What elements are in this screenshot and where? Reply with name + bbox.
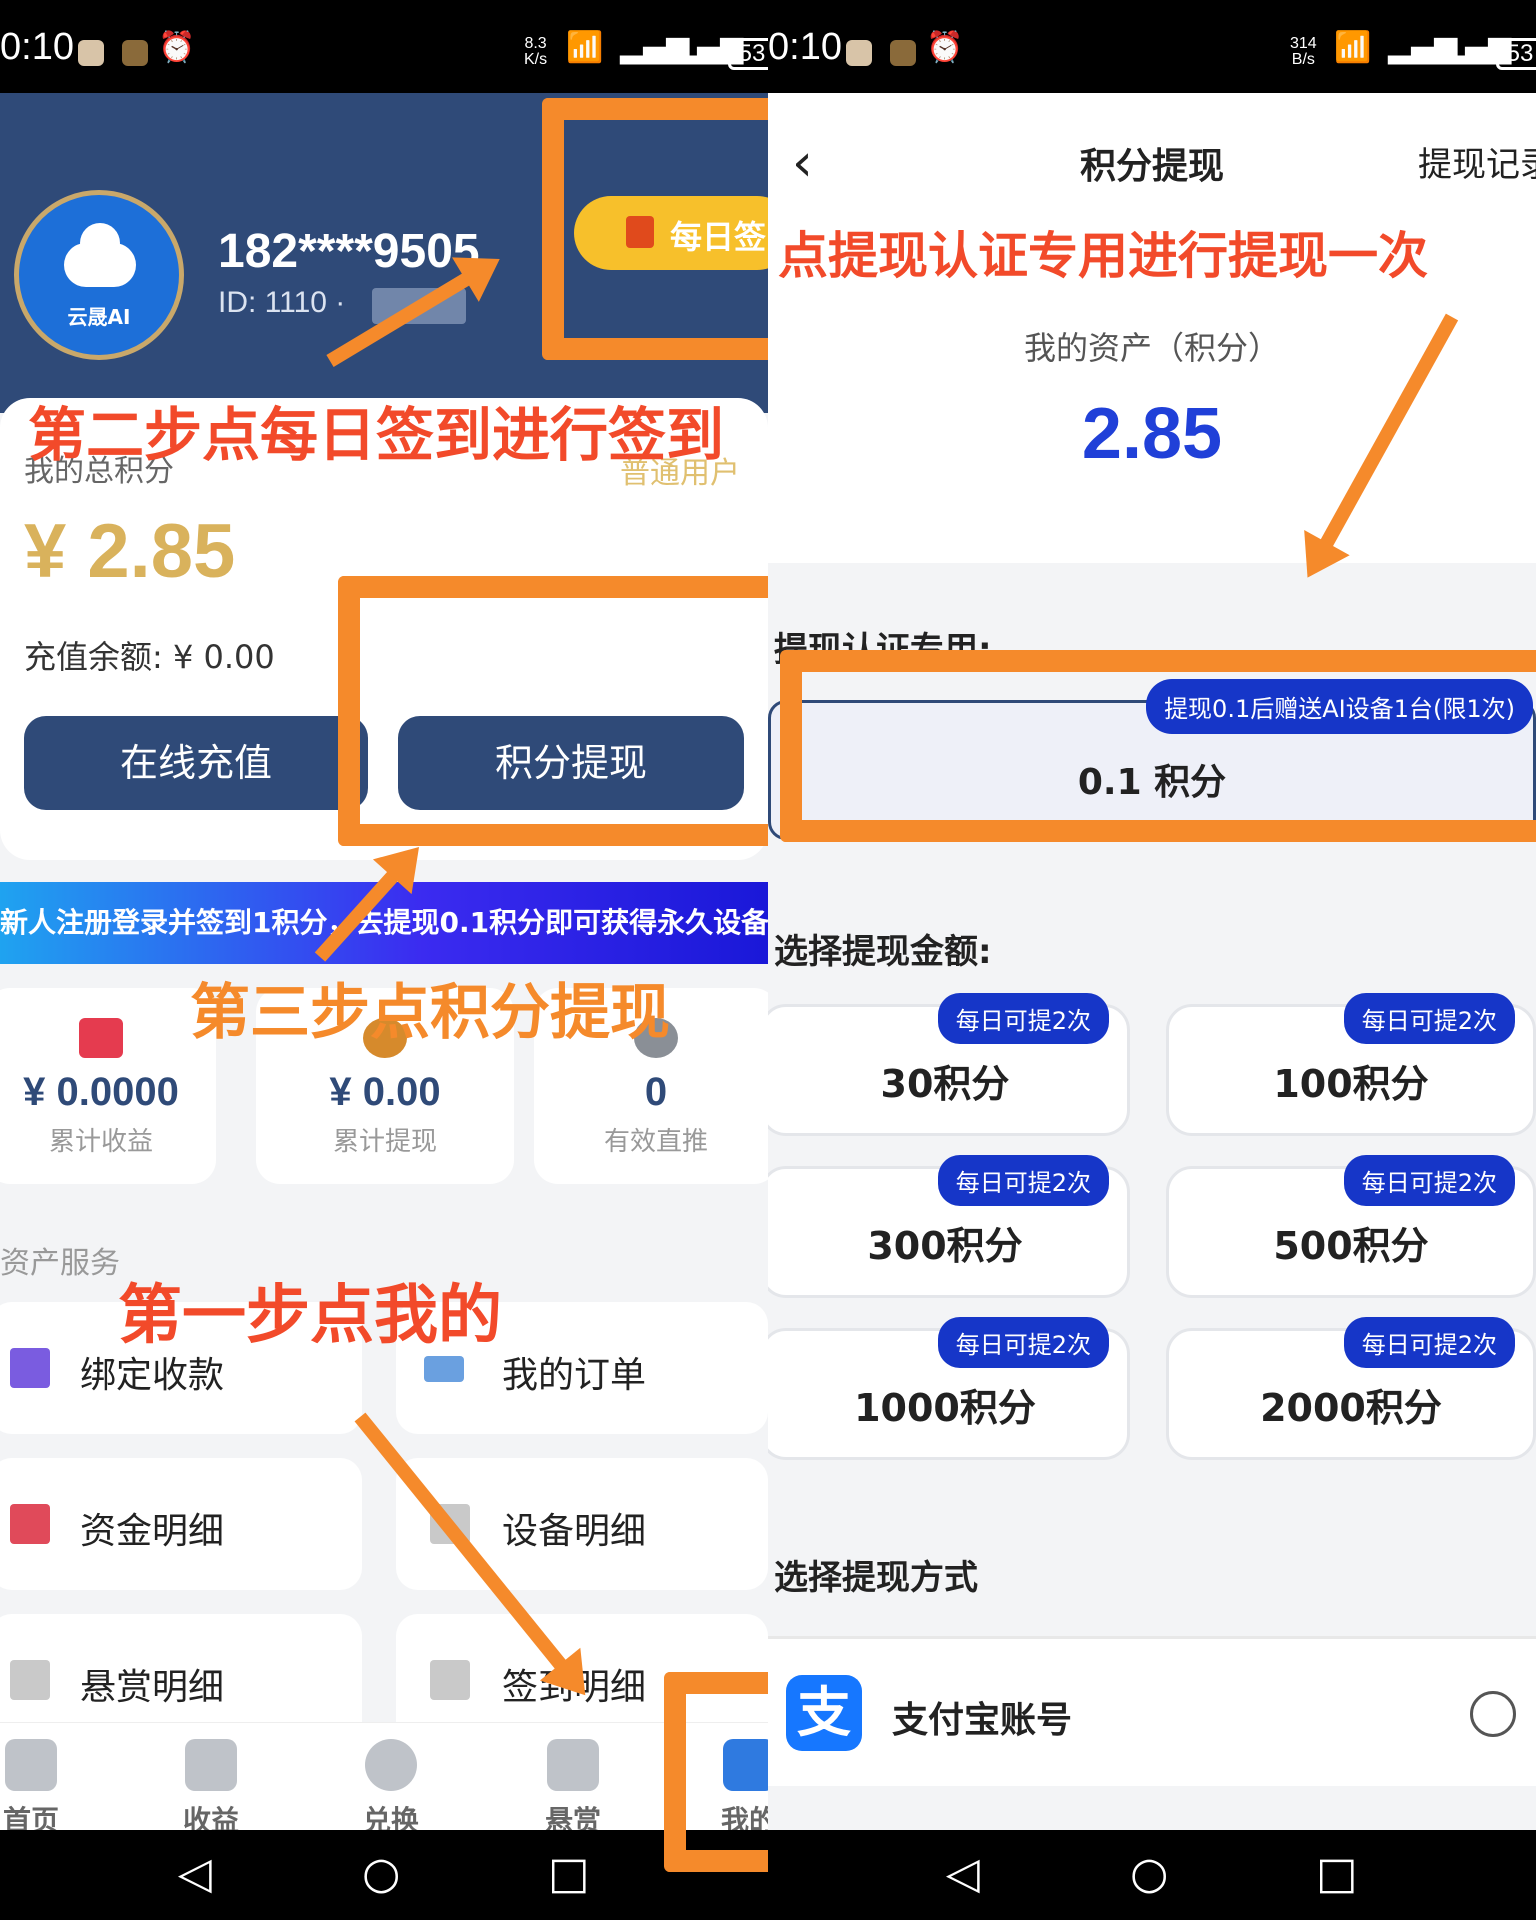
amount-value: 500积分 [1273,1224,1429,1268]
home-circle-icon[interactable]: ○ [1130,1852,1168,1896]
battery-icon: 53 [728,38,768,70]
amount-option[interactable]: 每日可提2次 500积分 [1166,1155,1536,1298]
net-speed: 8.3 K/s [524,35,548,68]
section-title: 资产服务 [0,1246,120,1281]
stat-label: 累计收益 [48,1127,153,1157]
back-triangle-icon[interactable]: ◁ [946,1852,980,1896]
recents-square-icon[interactable]: □ [1316,1852,1358,1896]
net-speed: 314 B/s [1290,35,1317,68]
back-triangle-icon[interactable]: ◁ [178,1852,212,1896]
home-icon [5,1739,57,1791]
stat-value: ¥ 0.00 [329,1070,441,1114]
daily-limit-badge: 每日可提2次 [937,993,1109,1044]
daily-limit-badge: 每日可提2次 [1343,1155,1515,1206]
card-icon [424,1356,464,1382]
receipt-icon [430,1660,470,1700]
stat-value: 0 [644,1070,668,1114]
amount-value: 2000积分 [1260,1386,1442,1430]
method-section-label: 选择提现方式 [774,1558,978,1598]
amount-option[interactable]: 每日可提2次 1000积分 [768,1317,1130,1460]
service-label: 我的订单 [502,1355,647,1396]
amount-section-label: 选择提现金额: [774,932,992,972]
recents-square-icon[interactable]: □ [548,1852,590,1896]
income-icon [185,1739,237,1791]
amount-value: 300积分 [867,1224,1023,1268]
left-panel: 0:10 ⏰ 8.3 K/s 📶 ▂▄▆ ▂▄▆ 53 云晟AI 182****9… [0,0,768,1920]
user-id: ID: 1110 · [218,286,346,319]
stat-label: 累计提现 [332,1127,437,1157]
service-label: 资金明细 [80,1511,225,1552]
annotation-step1: 第一步点我的 [118,1279,502,1353]
assets-value: 2.85 [1081,394,1223,474]
status-bar: 0:10 ⏰ 314 B/s 📶 ▂▄▆ ▂▄▆ 53 [768,0,1536,93]
app-icon [122,40,148,66]
withdraw-record-link[interactable]: 提现记录 [1418,137,1536,186]
chart-up-icon [79,1018,123,1058]
amount-option[interactable]: 每日可提2次 2000积分 [1166,1317,1536,1460]
cloud-icon [64,223,136,287]
amount-value: 100积分 [1273,1062,1429,1106]
stat-value: ¥ 0.0000 [23,1070,179,1114]
annotation-box-mine [664,1672,768,1872]
avatar[interactable]: 云晟AI [14,190,184,360]
online-recharge-button[interactable]: 在线充值 [24,716,368,810]
stat-total-income: ¥ 0.0000 累计收益 [0,988,216,1184]
amount-option[interactable]: 每日可提2次 300积分 [768,1155,1130,1298]
bar-chart-icon [10,1348,50,1388]
annotation-step3: 第三步点积分提现 [190,978,670,1048]
status-bar: 0:10 ⏰ 8.3 K/s 📶 ▂▄▆ ▂▄▆ 53 [0,0,768,93]
task-icon [547,1739,599,1791]
tab-exchange[interactable]: 兑换 [336,1739,446,1839]
amount-value: 30积分 [880,1062,1010,1106]
trend-icon [10,1504,50,1544]
alarm-icon: ⏰ [158,30,196,65]
app-icon [78,40,104,66]
annotation-box-cert [780,650,1536,842]
stat-label: 有效直推 [603,1127,708,1157]
assets-header: ‹ 积分提现 提现记录 我的资产（积分） 2.85 [768,93,1536,563]
wifi-icon: 📶 [566,30,604,65]
service-label: 悬赏明细 [80,1667,225,1708]
amount-option[interactable]: 每日可提2次 100积分 [1166,993,1536,1136]
service-label: 设备明细 [502,1511,647,1552]
system-nav-bar: ◁ ○ □ [768,1830,1536,1920]
receipt-icon [10,1660,50,1700]
tab-reward[interactable]: 悬赏 [518,1739,628,1839]
status-time: 0:10 [0,26,74,68]
app-icon [846,40,872,66]
recharge-balance: 充值余额: ¥ 0.00 [24,638,275,676]
daily-limit-badge: 每日可提2次 [1343,1317,1515,1368]
daily-limit-badge: 每日可提2次 [937,1317,1109,1368]
pay-method-radio[interactable] [1470,1691,1516,1737]
alipay-icon: 支 [786,1675,862,1751]
daily-limit-badge: 每日可提2次 [1343,993,1515,1044]
right-panel: 0:10 ⏰ 314B/s 📶 ▂▄▆ ▂▄▆ 53 ‹ 积分提现 提现记录 我… [768,0,1536,1920]
pay-method-alipay[interactable]: 支 支付宝账号 [768,1636,1536,1786]
service-fund-details[interactable]: 资金明细 [0,1458,362,1590]
amount-value: 1000积分 [854,1386,1036,1430]
annotation-box-withdraw [338,576,768,846]
home-circle-icon[interactable]: ○ [362,1852,400,1896]
bottom-tab-bar: 首页 收益 兑换 悬赏 我的 [0,1722,768,1837]
annotation-box-sign [542,98,768,360]
amount-option[interactable]: 每日可提2次 30积分 [768,993,1130,1136]
daily-limit-badge: 每日可提2次 [937,1155,1109,1206]
total-points-value: ¥ 2.85 [24,509,236,594]
tab-income[interactable]: 收益 [156,1739,266,1839]
app-icon [890,40,916,66]
wifi-icon: 📶 [1334,30,1372,65]
annotation-step2: 第二步点每日签到进行签到 [28,401,725,469]
exchange-icon [365,1739,417,1791]
battery-icon: 53 [1496,38,1536,70]
pay-method-label: 支付宝账号 [892,1700,1073,1741]
avatar-label: 云晟AI [67,305,131,329]
tab-home[interactable]: 首页 [0,1739,86,1839]
system-nav-bar: ◁ ○ □ [0,1830,768,1920]
user-phone: 182****9505 [218,225,480,278]
annotation-right: 点提现认证专用进行提现一次 [778,227,1428,285]
alarm-icon: ⏰ [926,30,964,65]
status-time: 0:10 [768,26,842,68]
